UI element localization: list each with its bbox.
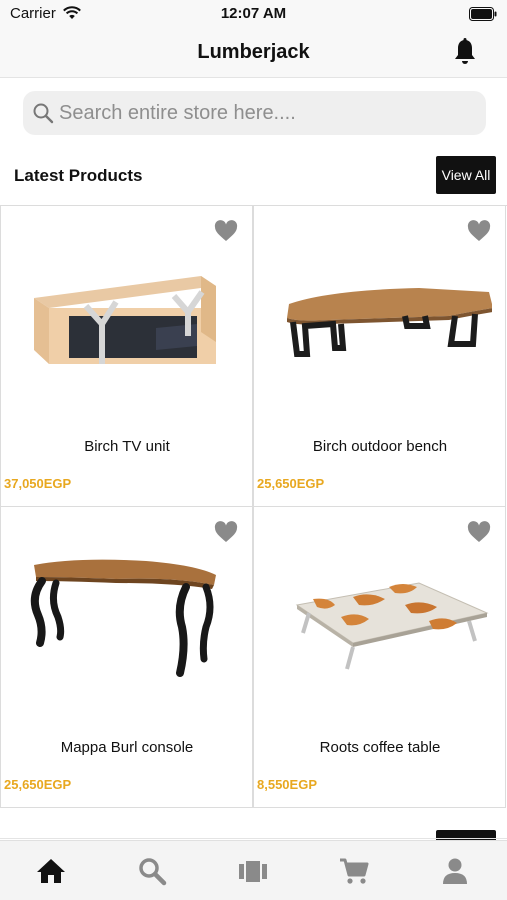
product-price: 8,550EGP <box>257 777 317 792</box>
nav-bar: Lumberjack <box>0 28 507 78</box>
console-image[interactable] <box>16 547 239 697</box>
tab-cart[interactable] <box>303 841 404 900</box>
heart-icon[interactable] <box>214 220 238 242</box>
search-icon <box>33 103 54 124</box>
product-card[interactable]: Birch TV unit 37,050EGP <box>0 206 253 507</box>
battery-icon <box>469 7 497 21</box>
bench-image[interactable] <box>269 246 492 396</box>
search-icon <box>138 858 166 886</box>
bell-icon[interactable] <box>453 38 477 66</box>
product-name[interactable]: Mappa Burl console <box>1 739 253 756</box>
product-card[interactable]: Birch outdoor bench 25,650EGP <box>253 206 506 507</box>
product-grid: Birch TV unit 37,050EGP Birch outdoor be… <box>0 205 507 808</box>
product-name[interactable]: Birch TV unit <box>1 438 253 455</box>
tv-unit-image[interactable] <box>16 246 239 396</box>
product-card[interactable]: Mappa Burl console 25,650EGP <box>0 507 253 808</box>
tab-home[interactable] <box>0 841 101 900</box>
page-title: Lumberjack <box>197 41 310 63</box>
product-price: 25,650EGP <box>257 476 325 491</box>
tab-search[interactable] <box>101 841 202 900</box>
profile-icon <box>442 858 467 884</box>
categories-icon <box>238 861 267 882</box>
status-time: 12:07 AM <box>220 5 287 22</box>
product-card[interactable]: Roots coffee table 8,550EGP <box>253 507 506 808</box>
tab-bar <box>0 840 507 900</box>
status-bar: Carrier 12:07 AM <box>0 0 507 28</box>
product-price: 37,050EGP <box>4 476 72 491</box>
product-price: 25,650EGP <box>4 777 72 792</box>
tab-categories[interactable] <box>202 841 303 900</box>
heart-icon[interactable] <box>214 521 238 543</box>
view-all-button[interactable]: View All <box>436 156 496 194</box>
section-title: Latest Products <box>14 166 143 185</box>
divider <box>0 838 507 839</box>
cart-icon <box>339 858 368 884</box>
heart-icon[interactable] <box>467 220 491 242</box>
product-name[interactable]: Roots coffee table <box>254 739 506 756</box>
home-icon <box>36 859 65 883</box>
heart-icon[interactable] <box>467 521 491 543</box>
coffee-table-image[interactable] <box>269 547 492 697</box>
search-bar[interactable] <box>23 91 486 135</box>
search-input[interactable] <box>59 91 479 135</box>
product-name[interactable]: Birch outdoor bench <box>254 438 506 455</box>
tab-profile[interactable] <box>404 841 505 900</box>
